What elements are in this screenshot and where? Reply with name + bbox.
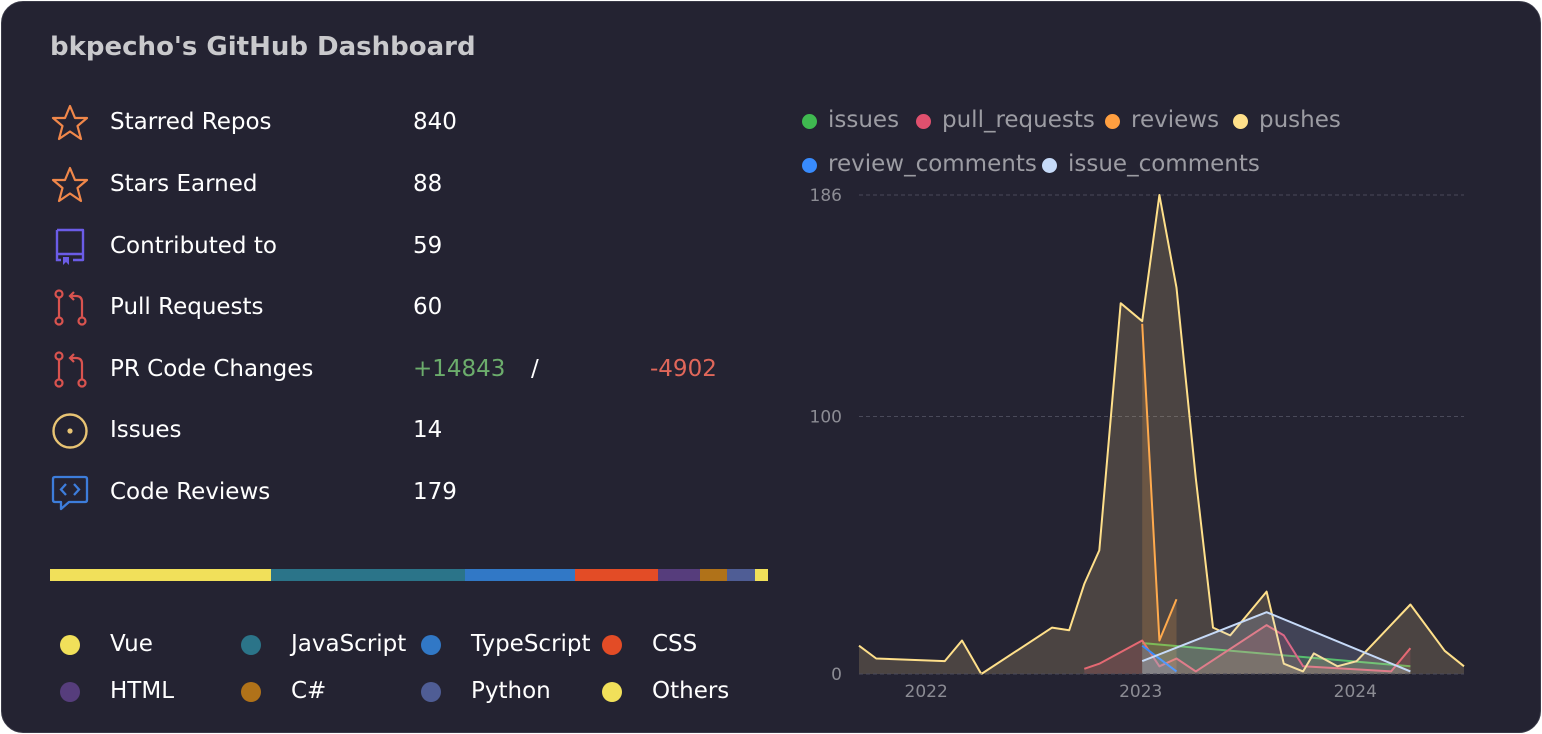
language-bar-segment (727, 569, 756, 581)
language-bar-segment (50, 569, 272, 581)
stat-label: Starred Repos (110, 109, 272, 135)
legend-label: issues (828, 107, 900, 133)
legend-dot (916, 114, 931, 129)
stat-value: 840 (413, 109, 457, 135)
stat-label: Issues (110, 417, 182, 443)
deletions-value: -4902 (650, 356, 717, 382)
stat-value: 60 (413, 294, 443, 320)
language-name: Vue (110, 631, 153, 657)
language-dot (241, 682, 261, 702)
language-name: Others (652, 678, 730, 704)
language-bar (50, 569, 768, 581)
series-area-pushes (859, 195, 1464, 674)
language-dot (60, 635, 80, 655)
language-name: JavaScript (291, 631, 407, 657)
stat-label: Stars Earned (110, 171, 258, 197)
stat-label: PR Code Changes (110, 356, 314, 382)
stat-contributed-to: Contributed to 59 (50, 227, 750, 267)
x-tick-label: 2024 (1334, 682, 1377, 702)
language-bar-segment (271, 569, 465, 581)
legend-dot (1042, 158, 1057, 173)
star-icon (51, 104, 89, 141)
language-bar-segment (574, 569, 659, 581)
pull-request-icon (54, 351, 87, 388)
legend-label: review_comments (828, 151, 1037, 177)
language-bar-segment (465, 569, 575, 581)
language-name: Python (471, 678, 551, 704)
legend-dot (802, 158, 817, 173)
language-bar-segment (658, 569, 700, 581)
star-icon (51, 166, 89, 203)
stat-label: Code Reviews (110, 479, 271, 505)
issue-icon (52, 413, 88, 449)
x-tick-label: 2023 (1119, 682, 1162, 702)
stat-stars-earned: Stars Earned 88 (50, 165, 750, 205)
x-tick-label: 2022 (905, 682, 948, 702)
language-name: TypeScript (471, 631, 591, 657)
language-name: HTML (110, 678, 175, 704)
y-tick-label: 186 (810, 186, 842, 206)
page-title: bkpecho's GitHub Dashboard (50, 32, 476, 62)
language-dot (602, 682, 622, 702)
language-dot (241, 635, 261, 655)
language-dot (421, 635, 441, 655)
stat-pull-requests: Pull Requests 60 (50, 288, 750, 328)
legend-label: issue_comments (1068, 151, 1260, 177)
changes-separator: / (531, 356, 539, 382)
language-name: CSS (652, 631, 698, 657)
y-tick-label: 100 (810, 407, 842, 427)
language-bar-segment (755, 569, 768, 581)
activity-chart: 0 100 186 2022 2023 2024 (810, 186, 1465, 702)
repo-icon (55, 228, 85, 265)
language-name: C# (291, 678, 327, 704)
stat-code-reviews: Code Reviews 179 (50, 473, 750, 513)
stat-value: 59 (413, 233, 443, 259)
stat-value: 88 (413, 171, 443, 197)
legend-label: reviews (1131, 107, 1220, 133)
additions-value: +14843 (413, 356, 506, 382)
language-dot (421, 682, 441, 702)
stat-value: 179 (413, 479, 457, 505)
dashboard-card: bkpecho's GitHub Dashboard Starred Repos… (1, 1, 1541, 733)
legend-dot (1105, 114, 1120, 129)
code-review-icon (51, 475, 89, 511)
stat-label: Pull Requests (110, 294, 264, 320)
legend-dot (802, 114, 817, 129)
language-dot (60, 682, 80, 702)
legend-label: pushes (1259, 107, 1341, 133)
legend-dot (1233, 114, 1248, 129)
stat-pr-code-changes: PR Code Changes +14843 / -4902 (50, 350, 750, 390)
legend-label: pull_requests (942, 107, 1095, 133)
y-tick-label: 0 (831, 665, 842, 685)
stat-value: 14 (413, 417, 443, 443)
stat-issues: Issues 14 (50, 411, 750, 451)
pull-request-icon (54, 289, 87, 326)
stat-starred-repos: Starred Repos 840 (50, 103, 750, 143)
stat-label: Contributed to (110, 233, 277, 259)
language-dot (602, 635, 622, 655)
language-bar-segment (699, 569, 728, 581)
